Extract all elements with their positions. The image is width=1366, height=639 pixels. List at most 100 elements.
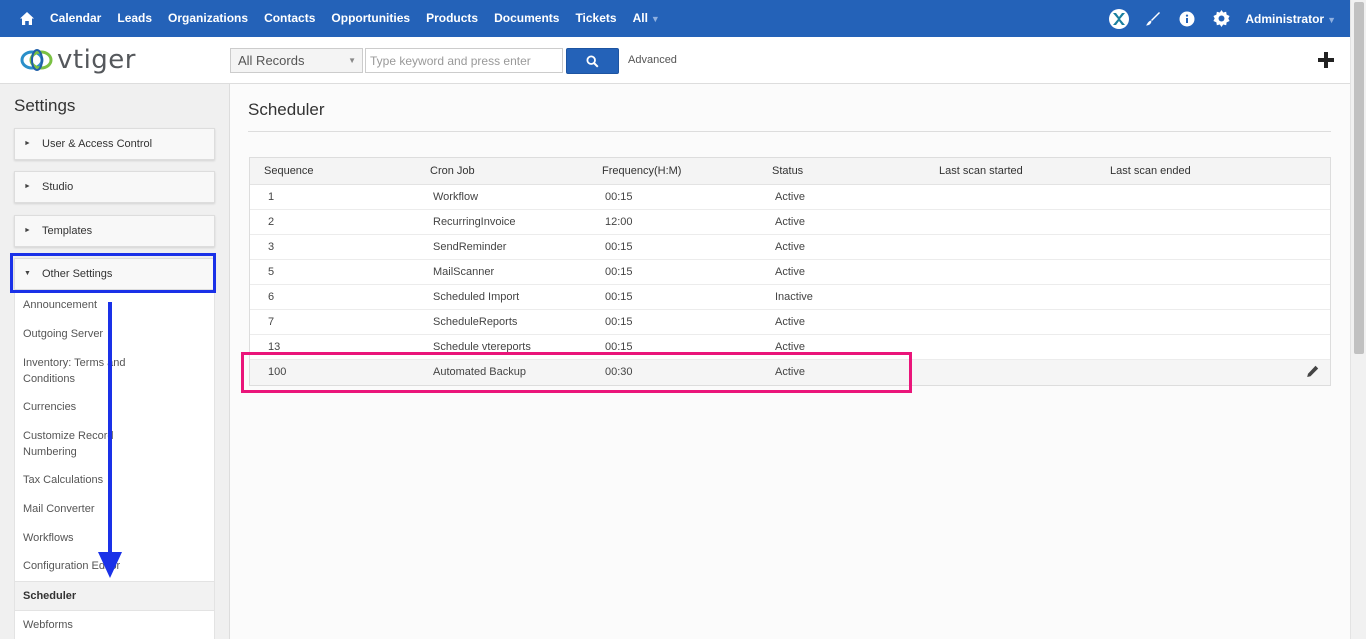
cell-sequence: 3 <box>268 241 275 253</box>
section-label: Studio <box>42 181 74 193</box>
logo-icon <box>20 49 53 71</box>
search-button[interactable] <box>566 48 619 74</box>
nav-tickets[interactable]: Tickets <box>567 0 624 37</box>
cell-status: Inactive <box>775 291 813 303</box>
cell-sequence: 7 <box>268 316 275 328</box>
cell-frequency: 00:15 <box>605 316 633 328</box>
table-row[interactable]: 2 RecurringInvoice 12:00 Active <box>250 210 1330 235</box>
gear-icon[interactable] <box>1211 9 1231 29</box>
sidebar-item-configuration-editor[interactable]: Configuration Editor <box>23 558 143 574</box>
cell-status: Active <box>775 216 805 228</box>
cell-status: Active <box>775 241 805 253</box>
search-scope-select[interactable]: All Records ▼ <box>230 48 363 73</box>
annotation-highlight-row <box>241 352 912 393</box>
sidebar-item-announcement[interactable]: Announcement <box>23 297 143 313</box>
nav-documents[interactable]: Documents <box>486 0 567 37</box>
sidebar-item-currencies[interactable]: Currencies <box>23 399 143 415</box>
user-menu[interactable]: Administrator ▼ <box>1245 12 1336 26</box>
vtiger-logo[interactable]: vtiger <box>20 45 136 75</box>
module-menu: Calendar Leads Organizations Contacts Op… <box>42 0 668 37</box>
paint-brush-icon[interactable] <box>1143 9 1163 29</box>
table-row[interactable]: 6 Scheduled Import 00:15 Inactive <box>250 285 1330 310</box>
search-input[interactable] <box>365 48 563 73</box>
sidebar-item-scheduler[interactable]: Scheduler <box>15 581 214 611</box>
cell-cron-job: SendReminder <box>433 241 507 253</box>
quick-create-button[interactable] <box>1316 50 1336 70</box>
search-icon <box>586 54 599 68</box>
table-row[interactable]: 3 SendReminder 00:15 Active <box>250 235 1330 260</box>
nav-all-label: All <box>632 10 648 25</box>
nav-products[interactable]: Products <box>418 0 486 37</box>
search-scope-value: All Records <box>238 53 305 68</box>
column-header-cron-job: Cron Job <box>430 165 475 177</box>
header-bar: vtiger All Records ▼ Advanced <box>0 37 1350 84</box>
table-header: Sequence Cron Job Frequency(H:M) Status … <box>250 158 1330 185</box>
sidebar-item-mail-converter[interactable]: Mail Converter <box>23 501 143 517</box>
table-row[interactable]: 5 MailScanner 00:15 Active <box>250 260 1330 285</box>
sidebar-item-webforms[interactable]: Webforms <box>23 617 143 633</box>
column-header-last-scan-ended: Last scan ended <box>1110 165 1191 177</box>
sidebar-item-outgoing-server[interactable]: Outgoing Server <box>23 326 143 342</box>
cell-frequency: 00:15 <box>605 241 633 253</box>
table-row[interactable]: 1 Workflow 00:15 Active <box>250 185 1330 210</box>
annotation-highlight-box <box>10 253 216 293</box>
table-row[interactable]: 7 ScheduleReports 00:15 Active <box>250 310 1330 335</box>
info-icon[interactable] <box>1177 9 1197 29</box>
annotation-arrow-shaft <box>108 302 112 554</box>
user-name: Administrator <box>1245 11 1325 26</box>
sidebar-item-inventory-terms[interactable]: Inventory: Terms and Conditions <box>23 355 143 387</box>
column-header-frequency: Frequency(H:M) <box>602 165 682 177</box>
vtiger-app-icon[interactable] <box>1109 8 1130 29</box>
home-icon[interactable] <box>14 0 40 37</box>
column-header-sequence: Sequence <box>264 165 314 177</box>
cell-cron-job: MailScanner <box>433 266 495 278</box>
nav-leads[interactable]: Leads <box>109 0 160 37</box>
caret-right-icon: ► <box>24 183 31 190</box>
section-templates[interactable]: ► Templates <box>14 215 215 247</box>
cell-frequency: 12:00 <box>605 216 633 228</box>
cell-cron-job: ScheduleReports <box>433 316 518 328</box>
sidebar-item-tax-calculations[interactable]: Tax Calculations <box>23 472 143 488</box>
vertical-scrollbar[interactable] <box>1350 0 1366 639</box>
edit-pencil-icon[interactable] <box>1306 365 1320 379</box>
cell-sequence: 2 <box>268 216 275 228</box>
section-studio[interactable]: ► Studio <box>14 171 215 203</box>
cell-frequency: 00:15 <box>605 191 633 203</box>
nav-calendar[interactable]: Calendar <box>42 0 109 37</box>
cell-status: Active <box>775 266 805 278</box>
cell-sequence: 5 <box>268 266 275 278</box>
caret-right-icon: ► <box>24 140 31 147</box>
page-title: Scheduler <box>248 100 325 119</box>
title-divider <box>248 131 1331 132</box>
cell-status: Active <box>775 191 805 203</box>
logo-text: vtiger <box>57 45 136 75</box>
column-header-last-scan-started: Last scan started <box>939 165 1023 177</box>
sidebar-item-customize-record-numbering[interactable]: Customize Record Numbering <box>23 428 143 460</box>
chevron-down-icon: ▼ <box>1327 14 1336 25</box>
section-label: User & Access Control <box>42 138 153 150</box>
plus-icon <box>1318 52 1334 68</box>
chevron-down-icon: ▼ <box>650 13 660 24</box>
advanced-search-link[interactable]: Advanced <box>628 54 677 66</box>
cell-status: Active <box>775 316 805 328</box>
nav-organizations[interactable]: Organizations <box>160 0 256 37</box>
section-user-access-control[interactable]: ► User & Access Control <box>14 128 215 160</box>
cell-cron-job: Scheduled Import <box>433 291 520 303</box>
cell-sequence: 6 <box>268 291 275 303</box>
sidebar-title: Settings <box>14 96 76 115</box>
nav-contacts[interactable]: Contacts <box>256 0 323 37</box>
scrollbar-thumb[interactable] <box>1354 2 1364 354</box>
section-label: Templates <box>42 225 93 237</box>
top-navigation-bar: Calendar Leads Organizations Contacts Op… <box>0 0 1366 37</box>
annotation-arrow-head <box>98 552 122 578</box>
cell-sequence: 1 <box>268 191 275 203</box>
other-settings-list: Announcement Outgoing Server Inventory: … <box>14 293 215 639</box>
nav-opportunities[interactable]: Opportunities <box>323 0 418 37</box>
top-right-tools: Administrator ▼ <box>1109 0 1336 37</box>
caret-right-icon: ► <box>24 227 31 234</box>
chevron-down-icon: ▼ <box>348 56 356 65</box>
cell-cron-job: RecurringInvoice <box>433 216 516 228</box>
nav-all[interactable]: All ▼ <box>625 0 668 38</box>
sidebar-item-workflows[interactable]: Workflows <box>23 530 143 546</box>
cell-frequency: 00:15 <box>605 266 633 278</box>
